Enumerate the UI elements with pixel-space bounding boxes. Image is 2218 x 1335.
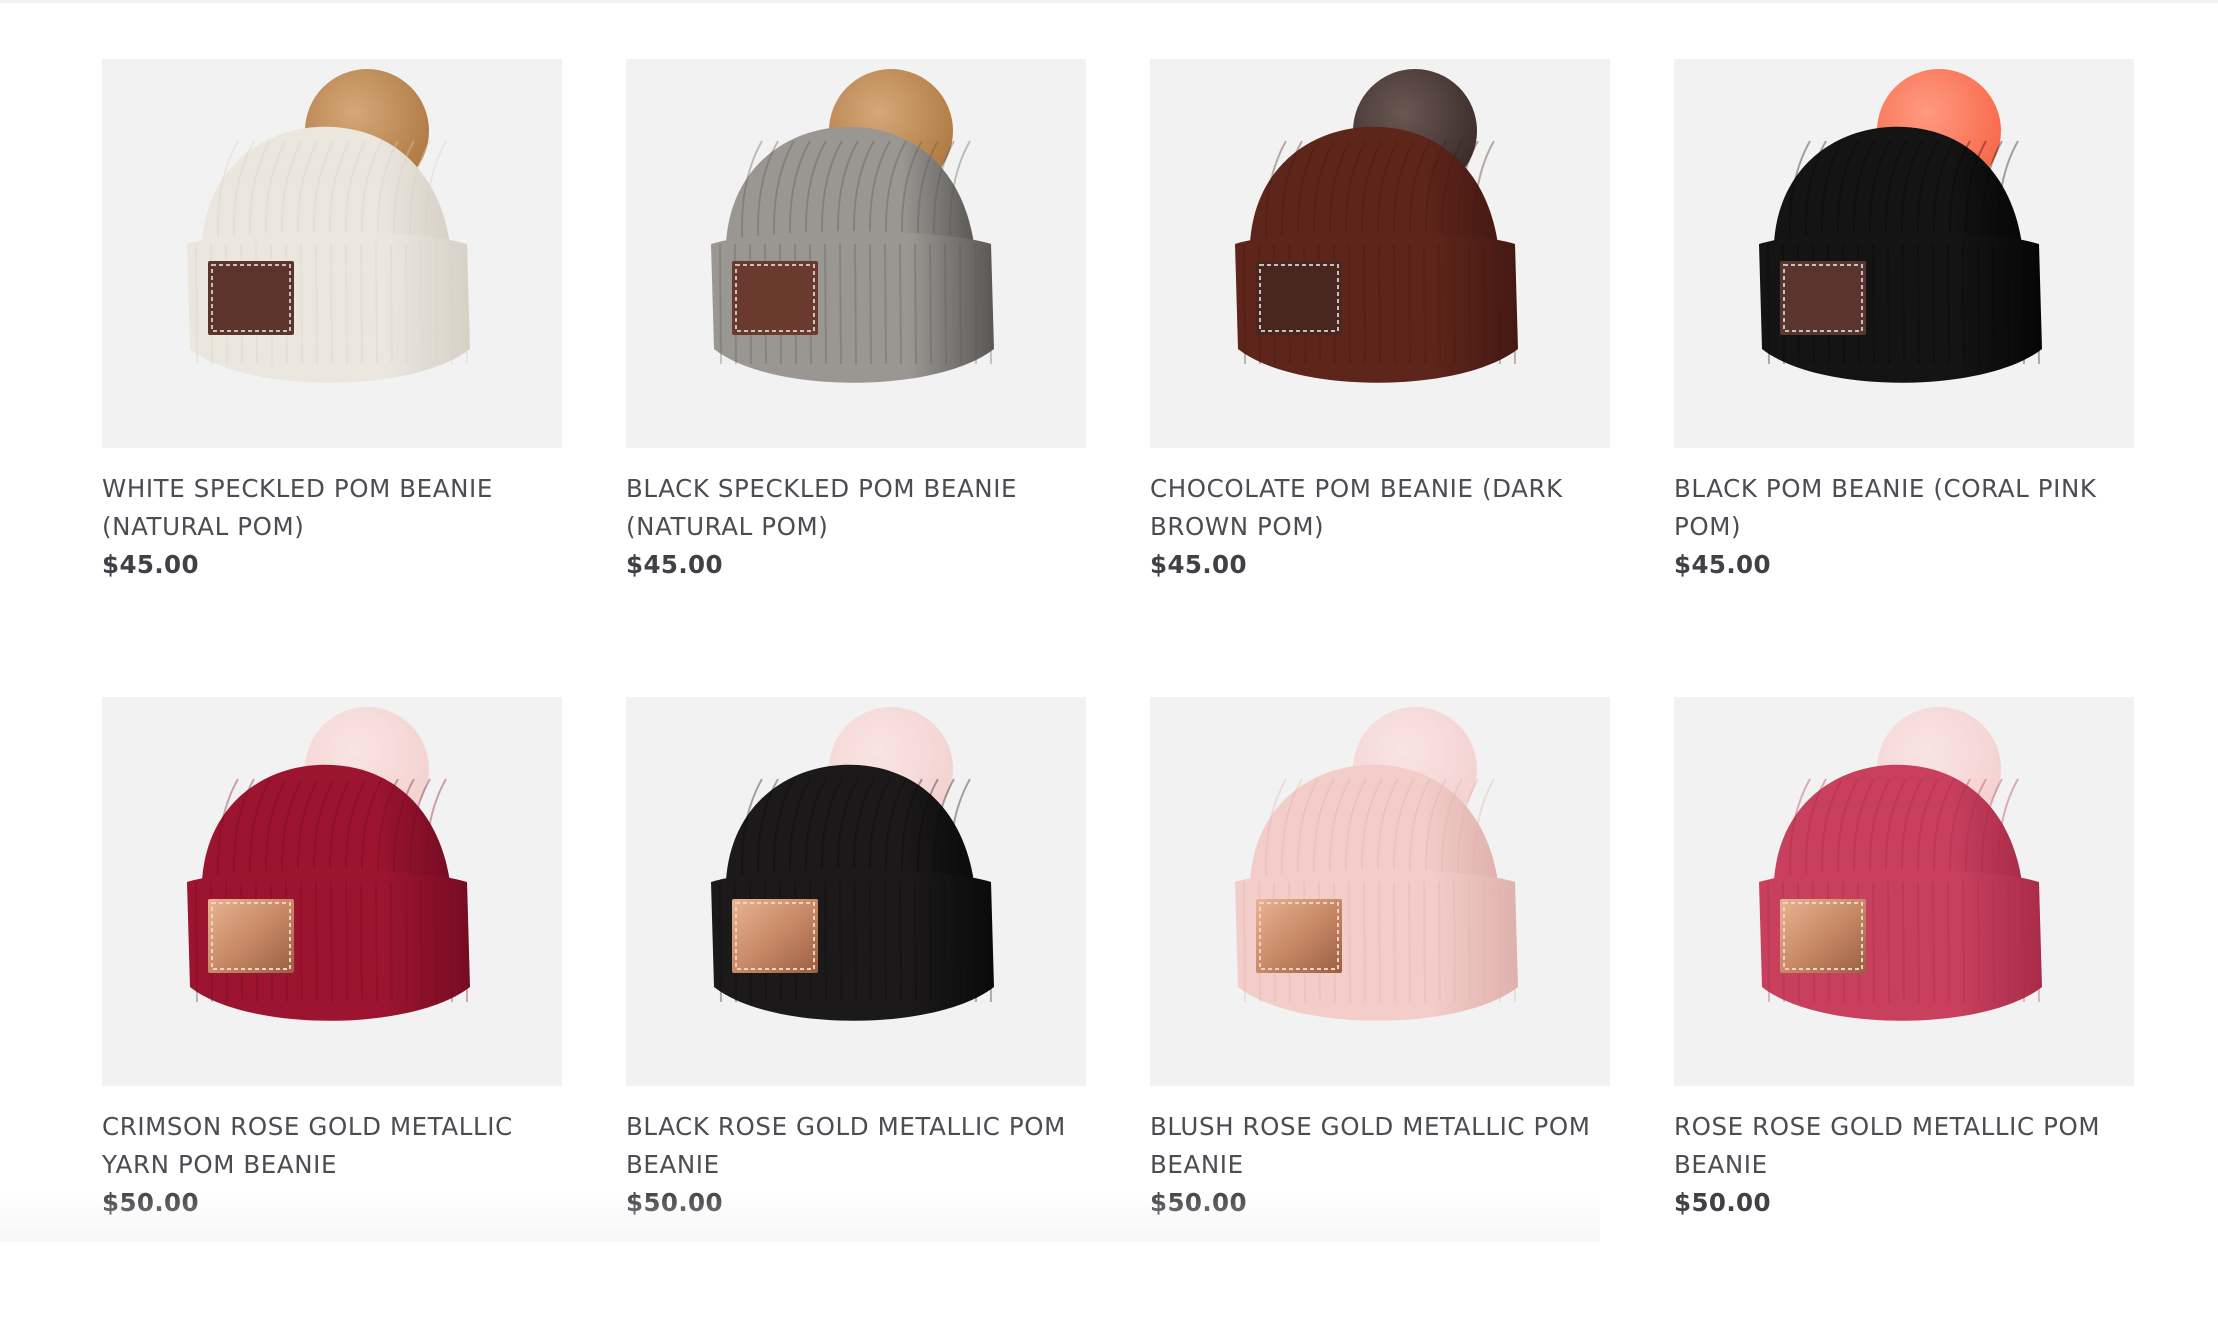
product-price: $50.00 — [1674, 1188, 1771, 1217]
product-image[interactable] — [102, 697, 562, 1086]
product-price: $45.00 — [102, 550, 199, 579]
product-price: $45.00 — [626, 550, 723, 579]
product-image[interactable] — [1150, 59, 1610, 448]
product-card[interactable]: BLUSH ROSE GOLD METALLIC POM BEANIE $50.… — [1150, 697, 1610, 1335]
product-price: $45.00 — [1674, 550, 1771, 579]
logo-patch-icon — [1256, 261, 1342, 335]
product-title[interactable]: ROSE ROSE GOLD METALLIC POM BEANIE — [1674, 1108, 2134, 1184]
product-card[interactable]: BLACK ROSE GOLD METALLIC POM BEANIE $50.… — [626, 697, 1086, 1335]
product-card[interactable]: BLACK SPECKLED POM BEANIE (NATURAL POM) … — [626, 59, 1086, 697]
product-image[interactable] — [102, 59, 562, 448]
chocolate-beanie-dark-brown-pom-image — [1235, 69, 1518, 383]
product-image[interactable] — [626, 697, 1086, 1086]
product-grid: WHITE SPECKLED POM BEANIE (NATURAL POM) … — [102, 59, 2136, 1335]
product-card[interactable]: WHITE SPECKLED POM BEANIE (NATURAL POM) … — [102, 59, 562, 697]
logo-patch-icon — [1780, 899, 1866, 973]
black-beanie-coral-pink-pom-image — [1759, 69, 2042, 383]
black-rose-gold-beanie-image — [711, 707, 994, 1021]
product-title[interactable]: BLACK SPECKLED POM BEANIE (NATURAL POM) — [626, 470, 1086, 546]
product-image[interactable] — [1150, 697, 1610, 1086]
logo-patch-icon — [732, 261, 818, 335]
product-image[interactable] — [1674, 59, 2134, 448]
rose-rose-gold-beanie-image — [1759, 707, 2042, 1021]
blush-rose-gold-beanie-image — [1235, 707, 1518, 1021]
product-title[interactable]: BLUSH ROSE GOLD METALLIC POM BEANIE — [1150, 1108, 1610, 1184]
product-price: $50.00 — [626, 1188, 723, 1217]
product-price: $50.00 — [1150, 1188, 1247, 1217]
logo-patch-icon — [1780, 261, 1866, 335]
product-title[interactable]: BLACK ROSE GOLD METALLIC POM BEANIE — [626, 1108, 1086, 1184]
product-price: $50.00 — [102, 1188, 199, 1217]
product-image[interactable] — [1674, 697, 2134, 1086]
product-image[interactable] — [626, 59, 1086, 448]
product-card[interactable]: ROSE ROSE GOLD METALLIC POM BEANIE $50.0… — [1674, 697, 2134, 1335]
product-card[interactable]: BLACK POM BEANIE (CORAL PINK POM) $45.00 — [1674, 59, 2134, 697]
product-card[interactable]: CHOCOLATE POM BEANIE (DARK BROWN POM) $4… — [1150, 59, 1610, 697]
black-speckled-beanie-natural-pom-image — [711, 69, 994, 383]
product-title[interactable]: CRIMSON ROSE GOLD METALLIC YARN POM BEAN… — [102, 1108, 562, 1184]
logo-patch-icon — [208, 899, 294, 973]
product-title[interactable]: BLACK POM BEANIE (CORAL PINK POM) — [1674, 470, 2134, 546]
product-price: $45.00 — [1150, 550, 1247, 579]
product-title[interactable]: WHITE SPECKLED POM BEANIE (NATURAL POM) — [102, 470, 562, 546]
logo-patch-icon — [208, 261, 294, 335]
crimson-rose-gold-beanie-image — [187, 707, 470, 1021]
header-divider — [0, 0, 2218, 3]
logo-patch-icon — [732, 899, 818, 973]
product-title[interactable]: CHOCOLATE POM BEANIE (DARK BROWN POM) — [1150, 470, 1610, 546]
white-beanie-natural-pom-image — [187, 69, 470, 383]
logo-patch-icon — [1256, 899, 1342, 973]
product-card[interactable]: CRIMSON ROSE GOLD METALLIC YARN POM BEAN… — [102, 697, 562, 1335]
